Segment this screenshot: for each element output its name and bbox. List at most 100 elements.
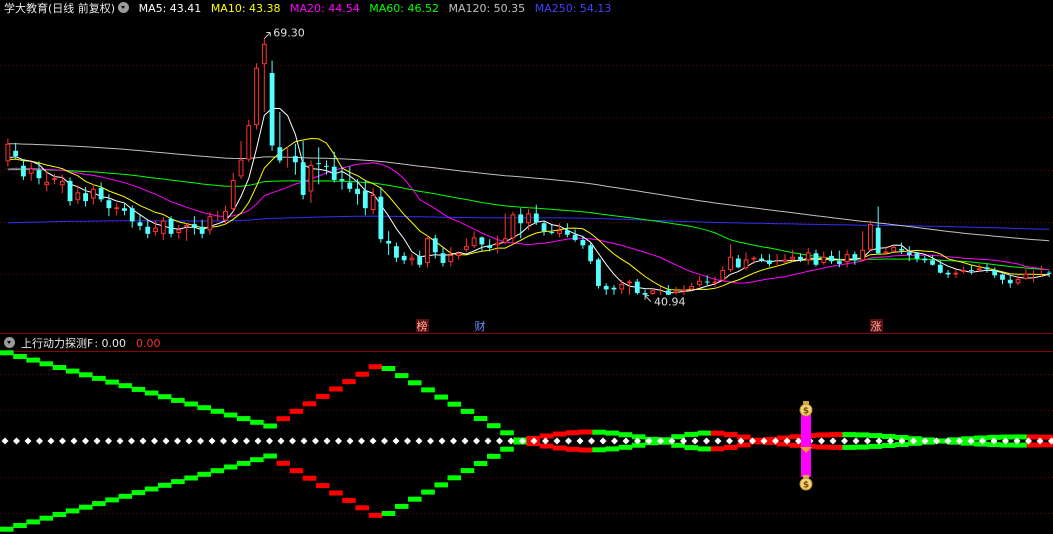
ma5-line bbox=[7, 107, 1050, 294]
osc-step-upper bbox=[605, 430, 620, 436]
candle-body bbox=[829, 255, 834, 262]
baseline-diamond bbox=[185, 437, 193, 445]
candle bbox=[728, 244, 733, 272]
candle-body bbox=[526, 213, 531, 224]
osc-step-lower bbox=[460, 468, 475, 474]
baseline-diamond bbox=[542, 437, 549, 445]
baseline-diamond bbox=[691, 437, 699, 445]
osc-step-lower bbox=[381, 511, 396, 516]
candle-body bbox=[712, 281, 718, 284]
osc-step-lower bbox=[223, 464, 238, 470]
candle-body bbox=[518, 214, 524, 224]
osc-step-upper bbox=[592, 429, 606, 435]
candle bbox=[611, 285, 617, 295]
osc-step-upper bbox=[829, 432, 843, 438]
osc-step-upper bbox=[842, 432, 856, 438]
candle-body bbox=[339, 179, 345, 181]
osc-step-lower bbox=[618, 444, 633, 450]
signal-bar bbox=[801, 413, 811, 477]
baseline-diamond bbox=[875, 437, 883, 445]
candle bbox=[137, 214, 143, 231]
candle-body bbox=[681, 289, 687, 292]
osc-step-lower bbox=[723, 432, 738, 438]
osc-step-lower bbox=[210, 468, 225, 474]
osc-step-upper bbox=[236, 416, 251, 422]
candle-body bbox=[495, 242, 500, 246]
candle-body bbox=[254, 67, 259, 126]
candle-body bbox=[378, 196, 384, 240]
candle bbox=[961, 266, 967, 274]
baseline-diamond bbox=[312, 437, 319, 445]
osc-step-upper bbox=[816, 432, 830, 438]
candle bbox=[969, 265, 974, 275]
ma60-label: MA60: 46.52 bbox=[369, 2, 439, 15]
osc-step-upper bbox=[394, 373, 409, 379]
candle bbox=[479, 236, 485, 252]
baseline-diamond bbox=[13, 437, 20, 445]
osc-step-upper bbox=[289, 408, 304, 414]
osc-step-upper bbox=[539, 433, 554, 439]
baseline-diamond bbox=[496, 437, 503, 445]
ma5-label: MA5: 43.41 bbox=[138, 2, 202, 15]
candle-body bbox=[471, 237, 477, 247]
candle-body bbox=[440, 253, 446, 263]
osc-step-upper bbox=[500, 430, 514, 436]
candle-body bbox=[619, 284, 625, 290]
ma10-label: MA10: 43.38 bbox=[210, 2, 281, 15]
candle bbox=[145, 219, 151, 239]
baseline-diamond bbox=[59, 437, 66, 445]
candle-body bbox=[937, 264, 943, 273]
candle-body bbox=[813, 253, 819, 265]
osc-step-lower bbox=[684, 431, 698, 437]
candle-body bbox=[277, 147, 283, 161]
candle-body bbox=[52, 178, 57, 180]
osc-step-lower bbox=[816, 444, 830, 450]
baseline-diamond bbox=[220, 437, 227, 445]
osc-step-lower bbox=[368, 512, 383, 518]
baseline-diamond bbox=[323, 437, 331, 445]
baseline-diamond bbox=[404, 437, 411, 445]
baseline-diamond bbox=[427, 437, 434, 445]
money-bag-icon: $ bbox=[799, 475, 813, 491]
candle bbox=[21, 159, 26, 180]
osc-step-upper bbox=[710, 446, 725, 452]
osc-step-lower bbox=[92, 501, 106, 507]
candle bbox=[673, 286, 679, 295]
osc-step-lower bbox=[39, 515, 54, 521]
baseline-diamond bbox=[381, 437, 388, 445]
low-arrow bbox=[644, 295, 652, 303]
osc-step-lower bbox=[13, 523, 27, 528]
candle-body bbox=[223, 210, 228, 221]
candle-body bbox=[386, 240, 392, 244]
candle bbox=[689, 282, 695, 291]
candle-body bbox=[425, 238, 430, 263]
money-bag-icon-knot bbox=[803, 475, 809, 478]
candle bbox=[44, 171, 50, 192]
candle-body bbox=[44, 181, 50, 186]
candle bbox=[953, 269, 959, 279]
candle-body bbox=[782, 259, 788, 263]
baseline-diamond bbox=[864, 437, 871, 445]
baseline-diamond bbox=[335, 437, 342, 445]
candle-body bbox=[479, 237, 485, 245]
candle bbox=[992, 267, 998, 279]
osc-step-lower bbox=[855, 444, 870, 450]
candle-body bbox=[230, 179, 236, 210]
candle-body bbox=[875, 227, 881, 254]
chevron-down-icon[interactable] bbox=[4, 337, 15, 348]
osc-step-lower bbox=[539, 443, 554, 449]
stock-chart[interactable]: 69.30 40.94 榜 财 涨 $ $ bbox=[0, 0, 1053, 534]
osc-step-upper bbox=[157, 394, 172, 400]
candle-body bbox=[207, 216, 213, 231]
candle-body bbox=[417, 255, 423, 265]
candle-body bbox=[914, 253, 920, 259]
candle bbox=[1046, 270, 1052, 278]
candle bbox=[90, 184, 96, 205]
candle bbox=[899, 242, 904, 255]
chevron-down-icon[interactable] bbox=[118, 2, 130, 13]
candle bbox=[122, 203, 127, 216]
candle-body bbox=[98, 187, 104, 200]
candle bbox=[984, 263, 990, 273]
candle bbox=[129, 205, 135, 228]
candle-body bbox=[961, 270, 967, 272]
